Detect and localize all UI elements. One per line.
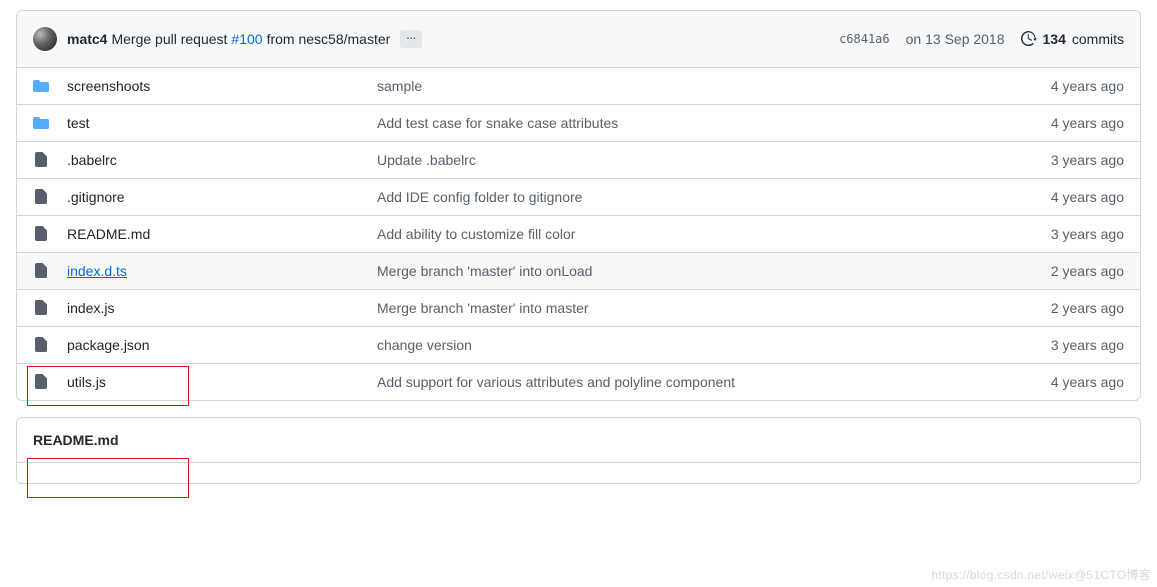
commit-date: on 13 Sep 2018: [906, 31, 1005, 47]
folder-icon: [33, 115, 53, 131]
file-time: 3 years ago: [1051, 226, 1124, 242]
file-icon: [33, 300, 53, 316]
commit-message-link[interactable]: Add IDE config folder to gitignore: [377, 189, 582, 205]
table-row[interactable]: utils.js Add support for various attribut…: [17, 363, 1140, 400]
commit-meta: c6841a6 on 13 Sep 2018 134 commits: [839, 31, 1124, 47]
file-name-link[interactable]: .babelrc: [67, 152, 117, 168]
file-tree-box: matc4 Merge pull request #100 from nesc5…: [16, 10, 1141, 401]
table-row[interactable]: .gitignore Add IDE config folder to gitig…: [17, 178, 1140, 215]
file-icon: [33, 189, 53, 205]
folder-icon: [33, 78, 53, 94]
table-row[interactable]: .babelrc Update .babelrc 3 years ago: [17, 141, 1140, 178]
file-name-link[interactable]: test: [67, 115, 90, 131]
file-time: 4 years ago: [1051, 374, 1124, 390]
pr-link[interactable]: #100: [231, 31, 262, 47]
commit-sha[interactable]: c6841a6: [839, 32, 890, 46]
commit-message-link[interactable]: Merge branch 'master' into master: [377, 300, 589, 316]
latest-commit-header: matc4 Merge pull request #100 from nesc5…: [17, 11, 1140, 68]
table-row[interactable]: package.json change version 3 years ago: [17, 326, 1140, 363]
commit-message-link[interactable]: Add test case for snake case attributes: [377, 115, 618, 131]
readme-box: README.md: [16, 417, 1141, 484]
file-icon: [33, 374, 53, 390]
readme-title[interactable]: README.md: [17, 418, 1140, 463]
watermark: https://blog.csdn.net/weix@51CTO博客: [931, 566, 1151, 583]
file-name-link[interactable]: .gitignore: [67, 189, 125, 205]
commit-message-link[interactable]: Merge branch 'master' into onLoad: [377, 263, 592, 279]
table-row[interactable]: screenshoots sample 4 years ago: [17, 68, 1140, 104]
commit-text-suffix[interactable]: from nesc58/master: [267, 31, 391, 47]
file-time: 2 years ago: [1051, 263, 1124, 279]
table-row[interactable]: index.js Merge branch 'master' into maste…: [17, 289, 1140, 326]
commit-message-link[interactable]: Add ability to customize fill color: [377, 226, 575, 242]
file-name-link[interactable]: screenshoots: [67, 78, 150, 94]
commit-message-link[interactable]: sample: [377, 78, 422, 94]
table-row[interactable]: index.d.ts Merge branch 'master' into onL…: [17, 252, 1140, 289]
table-row[interactable]: README.md Add ability to customize fill c…: [17, 215, 1140, 252]
file-time: 3 years ago: [1051, 337, 1124, 353]
commits-count: 134: [1043, 31, 1066, 47]
file-name-link[interactable]: index.js: [67, 300, 114, 316]
file-name-link[interactable]: package.json: [67, 337, 150, 353]
file-icon: [33, 263, 53, 279]
file-icon: [33, 226, 53, 242]
file-time: 2 years ago: [1051, 300, 1124, 316]
commit-message-link[interactable]: Add support for various attributes and p…: [377, 374, 735, 390]
expand-commit-button[interactable]: …: [400, 30, 422, 48]
file-icon: [33, 152, 53, 168]
file-name-link[interactable]: utils.js: [67, 374, 106, 390]
file-time: 4 years ago: [1051, 189, 1124, 205]
commit-message-link[interactable]: change version: [377, 337, 472, 353]
commit-message-link[interactable]: Update .babelrc: [377, 152, 476, 168]
commits-link[interactable]: 134 commits: [1021, 31, 1124, 47]
commit-message: matc4 Merge pull request #100 from nesc5…: [67, 30, 839, 48]
author-avatar[interactable]: [33, 27, 57, 51]
file-name-link[interactable]: index.d.ts: [67, 263, 127, 279]
file-icon: [33, 337, 53, 353]
history-icon: [1021, 31, 1037, 47]
file-time: 4 years ago: [1051, 115, 1124, 131]
file-name-link[interactable]: README.md: [67, 226, 150, 242]
table-row[interactable]: test Add test case for snake case attribu…: [17, 104, 1140, 141]
commits-label: commits: [1072, 31, 1124, 47]
file-time: 4 years ago: [1051, 78, 1124, 94]
commit-author[interactable]: matc4: [67, 31, 107, 47]
file-time: 3 years ago: [1051, 152, 1124, 168]
commit-text-prefix[interactable]: Merge pull request: [111, 31, 227, 47]
